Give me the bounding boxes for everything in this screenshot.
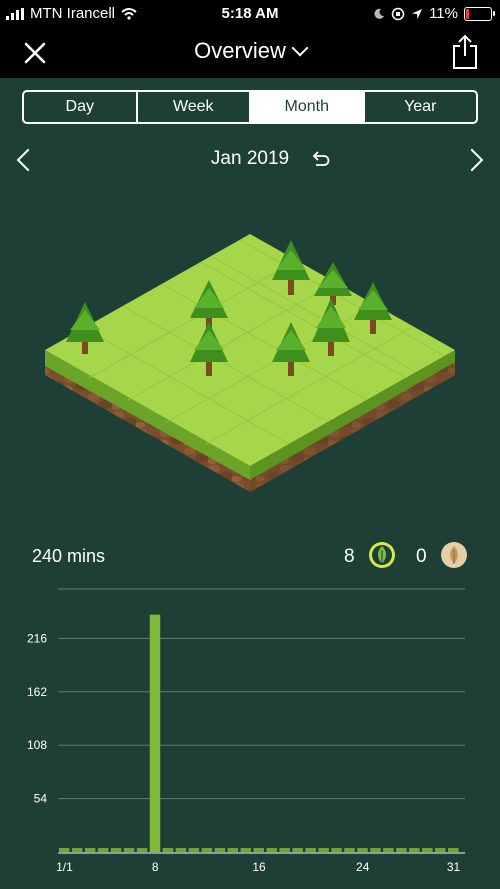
chevron-down-icon [291, 39, 309, 57]
bar [84, 848, 96, 852]
bar [162, 848, 174, 852]
bar [175, 848, 187, 852]
bar [71, 848, 83, 852]
bar [305, 848, 316, 852]
forest-illustration [45, 234, 455, 492]
bar [292, 848, 303, 852]
bar [318, 848, 329, 852]
bar [409, 848, 420, 852]
y-tick-label: 216 [27, 631, 47, 645]
reset-period-icon[interactable] [310, 150, 330, 170]
focus-summary: 240 mins 8 0 [0, 540, 500, 574]
bar [357, 848, 368, 852]
status-bar: MTN Irancell 5:18 AM 11% [0, 0, 500, 26]
bar [136, 848, 148, 852]
daily-focus-bar-chart: 54 108 162 216 1/1 8 16 24 31 [27, 588, 465, 874]
status-right: 11% [373, 5, 495, 22]
x-tick-label: 16 [252, 860, 266, 874]
battery-percent: 11% [429, 5, 458, 22]
tab-week[interactable]: Week [138, 92, 251, 122]
x-tick-label: 31 [447, 860, 461, 874]
total-focus-time: 240 mins [32, 546, 106, 566]
share-button[interactable] [450, 34, 480, 70]
bar [422, 848, 433, 852]
withered-leaf-icon [441, 542, 467, 568]
bar [331, 848, 342, 852]
tab-day[interactable]: Day [24, 92, 138, 122]
bar [59, 848, 70, 852]
share-icon [453, 34, 477, 69]
grass-top [45, 234, 455, 466]
bar [149, 614, 161, 852]
y-tick-label: 162 [27, 685, 47, 699]
x-tick-label: 8 [152, 860, 159, 874]
bar [201, 848, 213, 852]
bar [97, 848, 109, 852]
bar [240, 848, 252, 852]
bar [188, 848, 200, 852]
tab-month[interactable]: Month [251, 92, 365, 122]
healthy-tree-count: 8 [344, 546, 355, 567]
withered-tree-count: 0 [416, 546, 427, 567]
nav-bar: Overview [0, 26, 500, 78]
bar [227, 848, 239, 852]
battery-icon [464, 6, 495, 21]
bar [344, 848, 355, 852]
y-tick-label: 54 [34, 792, 48, 806]
bar [253, 848, 264, 852]
page-title: Overview [194, 38, 286, 63]
date-navigator: Jan 2019 [0, 146, 500, 176]
bar [370, 848, 381, 852]
bar [214, 848, 226, 852]
y-tick-label: 108 [27, 738, 47, 752]
overview-dropdown[interactable]: Overview [0, 38, 500, 64]
x-tick-label: 1/1 [56, 860, 73, 874]
orientation-lock-icon [391, 7, 405, 20]
healthy-leaf-icon [369, 542, 395, 568]
bar [110, 848, 122, 852]
period-label: Jan 2019 [210, 148, 290, 169]
bar [383, 848, 394, 852]
bar [279, 848, 290, 852]
bar [396, 848, 407, 852]
period-segmented-control: Day Week Month Year [22, 90, 478, 124]
tab-year[interactable]: Year [365, 92, 477, 122]
bar [266, 848, 277, 852]
bar [123, 848, 135, 852]
location-icon [412, 8, 423, 19]
moon-icon [374, 8, 385, 19]
bar [435, 848, 446, 852]
bar [448, 848, 459, 852]
x-tick-label: 24 [356, 860, 370, 874]
